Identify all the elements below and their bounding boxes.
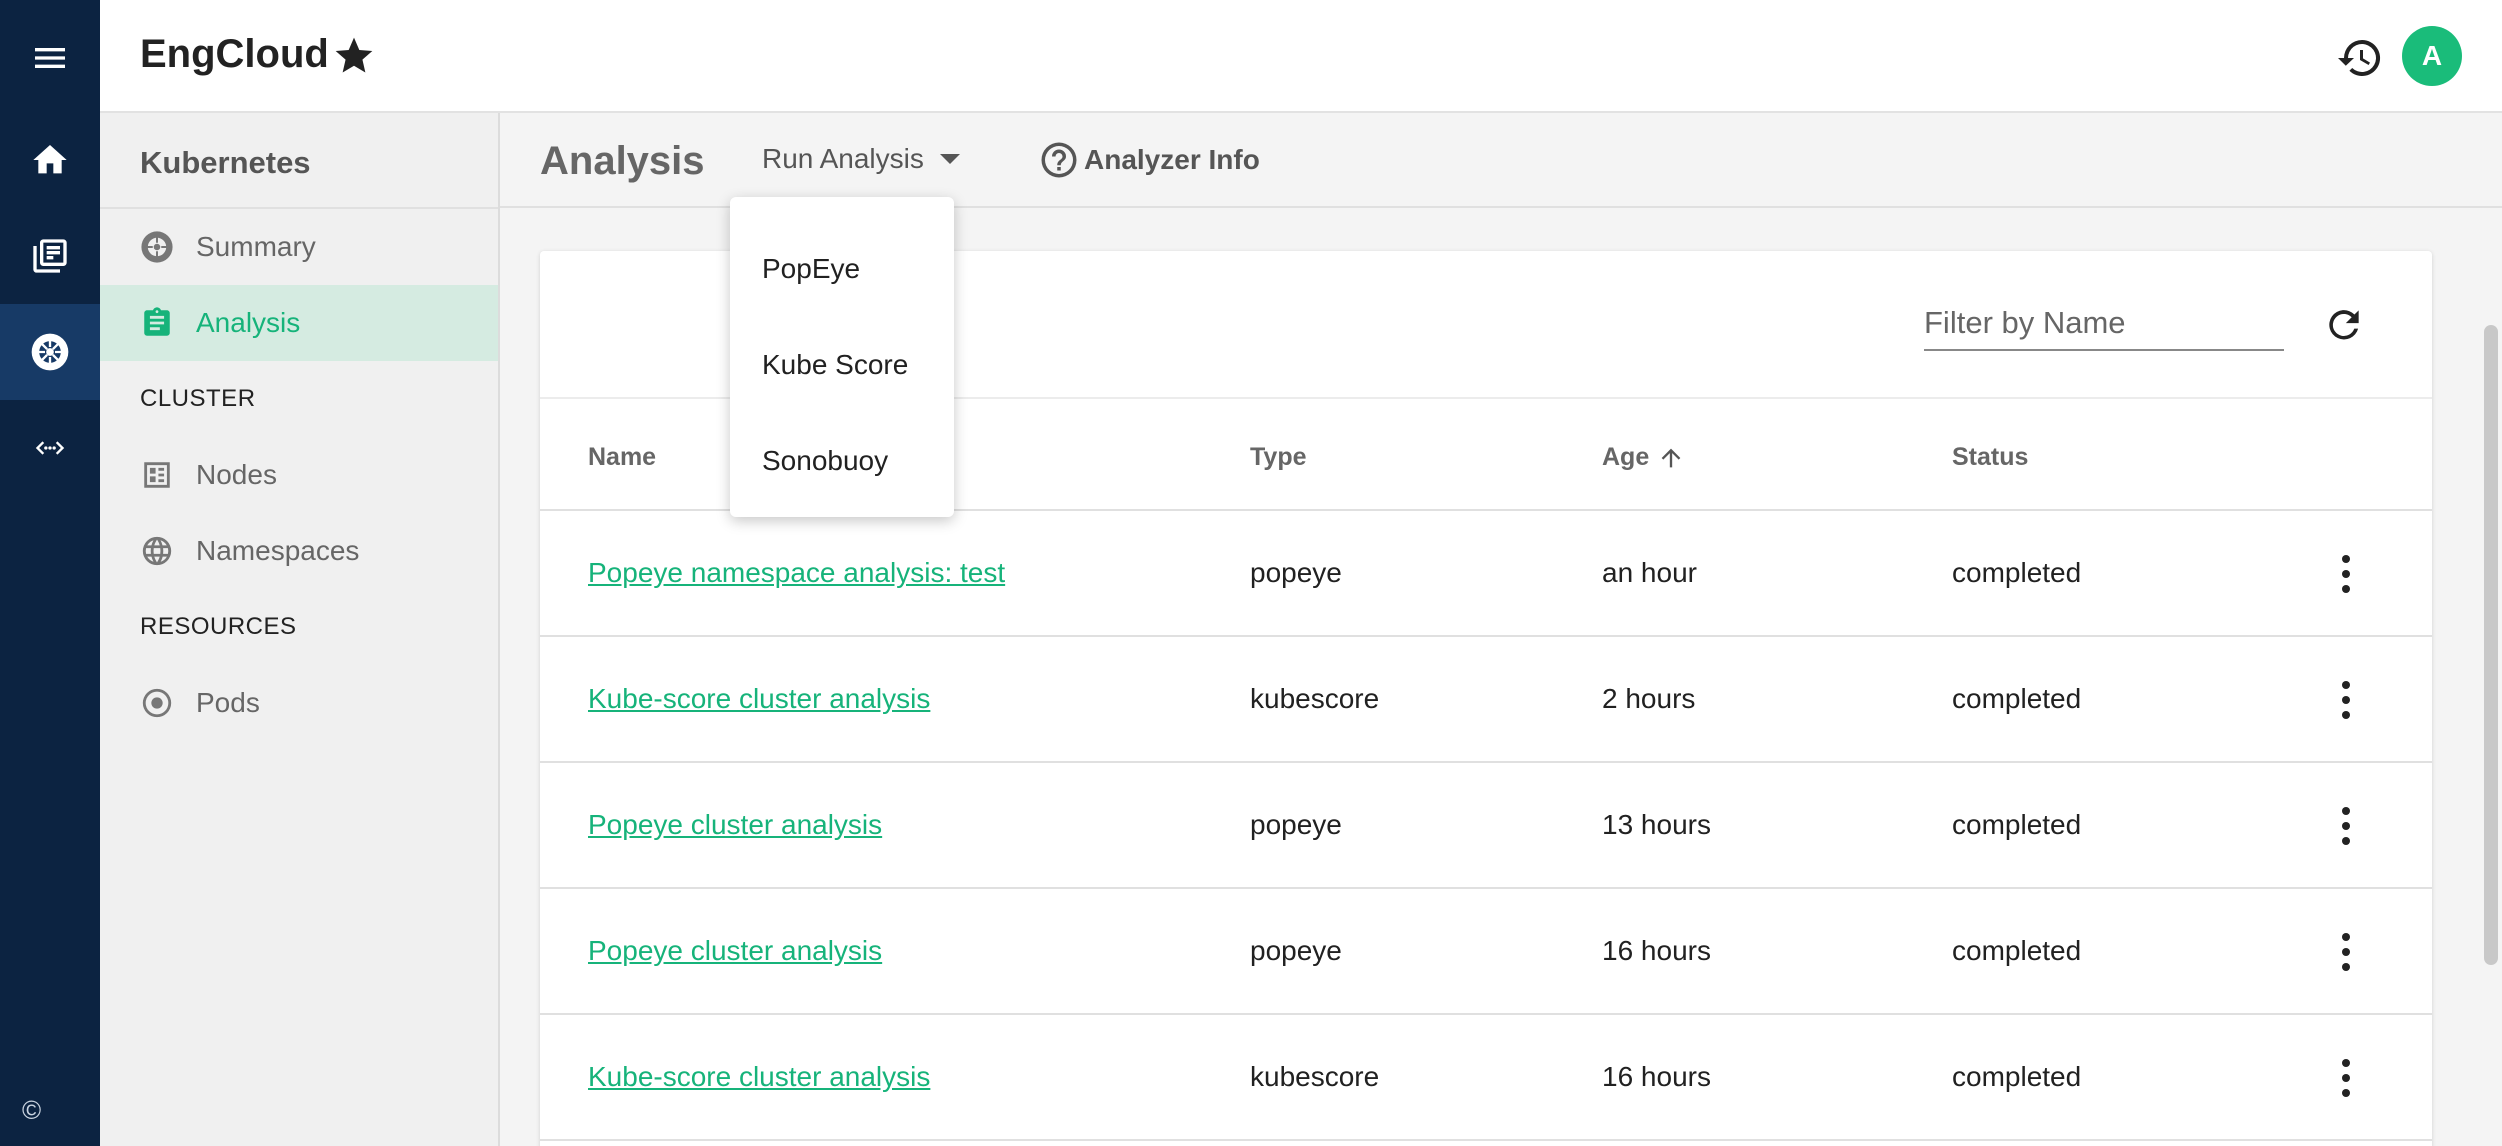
vertical-scrollbar[interactable]: [2484, 325, 2498, 965]
table-row: Kube-score cluster analysis kubescore 16…: [540, 1015, 2432, 1141]
code-icon: [35, 441, 65, 455]
analysis-status: completed: [1952, 683, 2082, 714]
radio-icon: [142, 688, 172, 718]
menu-button[interactable]: [0, 10, 100, 106]
more-vert-icon[interactable]: [2340, 807, 2352, 847]
analysis-age: 2 hours: [1602, 683, 1696, 714]
app-rail: ©: [0, 0, 100, 1146]
column-header-type[interactable]: Type: [1250, 443, 1307, 472]
table-row: Popeye cluster analysis popeye 13 hours …: [540, 763, 2432, 889]
sidebar-item-summary[interactable]: Summary: [100, 209, 498, 285]
analysis-age: an hour: [1602, 557, 1697, 588]
history-icon[interactable]: [2336, 34, 2384, 82]
column-header-age[interactable]: Age: [1602, 443, 1685, 472]
analysis-status: completed: [1952, 1061, 2082, 1092]
table-row: Popeye cluster analysis popeye 16 hours …: [540, 889, 2432, 1015]
sidebar-item-label: Namespaces: [196, 535, 360, 566]
news-icon: [33, 239, 67, 273]
rail-kubernetes-button[interactable]: [0, 304, 100, 400]
sidebar-item-pods[interactable]: Pods: [100, 665, 498, 741]
app-title: EngCloud: [140, 32, 329, 76]
sidebar-item-label: Nodes: [196, 459, 277, 490]
filter-by-name-input[interactable]: Filter by Name: [1924, 301, 2284, 351]
analysis-name-link[interactable]: Kube-score cluster analysis: [588, 1061, 930, 1093]
analysis-name-link[interactable]: Popeye namespace analysis: test: [588, 557, 1005, 589]
analysis-type: popeye: [1250, 557, 1342, 588]
caret-down-icon: [939, 154, 960, 164]
rail-catalog-button[interactable]: [0, 208, 100, 304]
copyright-icon: ©: [22, 1095, 42, 1125]
table-row: Popeye namespace analysis: test popeye a…: [540, 511, 2432, 637]
table-row: Kube-score cluster analysis kubescore 2 …: [540, 637, 2432, 763]
run-analysis-label: Run Analysis: [762, 143, 924, 174]
analysis-type: kubescore: [1250, 683, 1380, 714]
analysis-type: popeye: [1250, 809, 1342, 840]
column-header-status[interactable]: Status: [1952, 443, 2028, 472]
rail-home-button[interactable]: [0, 112, 100, 208]
home-icon: [33, 145, 67, 174]
menu-item-popeye[interactable]: PopEye: [730, 221, 954, 317]
help-circle-icon: [1041, 142, 1077, 178]
app-header: EngCloud A: [100, 0, 2502, 113]
star-icon[interactable]: [332, 34, 376, 78]
run-analysis-menu: PopEye Kube Score Sonobuoy: [730, 197, 954, 517]
refresh-icon[interactable]: [2322, 303, 2366, 347]
sidebar-item-namespaces[interactable]: Namespaces: [100, 513, 498, 589]
analyzer-info-button[interactable]: Analyzer Info: [1038, 139, 1260, 181]
column-header-name[interactable]: Name: [588, 443, 656, 472]
sidebar-section-cluster: CLUSTER: [140, 385, 256, 412]
globe-icon: [142, 536, 172, 566]
analysis-name-link[interactable]: Popeye cluster analysis: [588, 935, 882, 967]
kubernetes-icon: [31, 333, 69, 371]
menu-icon: [35, 48, 65, 68]
menu-item-kube-score[interactable]: Kube Score: [730, 317, 954, 413]
menu-item-sonobuoy[interactable]: Sonobuoy: [730, 413, 954, 509]
column-header-age-label: Age: [1602, 443, 1650, 471]
analyzer-info-label: Analyzer Info: [1084, 144, 1260, 175]
sidebar-section-resources: RESOURCES: [140, 613, 297, 640]
analysis-age: 16 hours: [1602, 1061, 1711, 1092]
run-analysis-button[interactable]: Run Analysis: [762, 143, 960, 175]
user-avatar[interactable]: A: [2402, 26, 2462, 86]
more-vert-icon[interactable]: [2340, 1059, 2352, 1099]
sidebar-item-label: Pods: [196, 687, 260, 718]
analysis-age: 13 hours: [1602, 809, 1711, 840]
arrow-up-icon: [1661, 448, 1681, 467]
sidebar-item-label: Analysis: [196, 307, 301, 338]
more-vert-icon[interactable]: [2340, 933, 2352, 973]
more-vert-icon[interactable]: [2340, 555, 2352, 595]
sidebar-item-analysis[interactable]: Analysis: [100, 285, 498, 361]
analysis-name-link[interactable]: Popeye cluster analysis: [588, 809, 882, 841]
kubernetes-icon: [141, 231, 173, 263]
analysis-status: completed: [1952, 557, 2082, 588]
clipboard-icon: [144, 307, 170, 336]
analysis-status: completed: [1952, 935, 2082, 966]
analysis-status: completed: [1952, 809, 2082, 840]
analysis-age: 16 hours: [1602, 935, 1711, 966]
kubernetes-sidebar: Kubernetes Summary Analysis CLUSTER Node…: [100, 113, 500, 1146]
sidebar-item-label: Summary: [196, 231, 316, 262]
analysis-type: popeye: [1250, 935, 1342, 966]
grid-icon: [144, 462, 170, 488]
analysis-name-link[interactable]: Kube-score cluster analysis: [588, 683, 930, 715]
page-toolbar: Analysis Run Analysis Analyzer Info: [500, 113, 2502, 208]
rail-api-button[interactable]: [0, 400, 100, 496]
sidebar-item-nodes[interactable]: Nodes: [100, 437, 498, 513]
more-vert-icon[interactable]: [2340, 681, 2352, 721]
sidebar-title: Kubernetes: [140, 145, 311, 180]
page-title: Analysis: [540, 139, 705, 183]
analysis-type: kubescore: [1250, 1061, 1380, 1092]
